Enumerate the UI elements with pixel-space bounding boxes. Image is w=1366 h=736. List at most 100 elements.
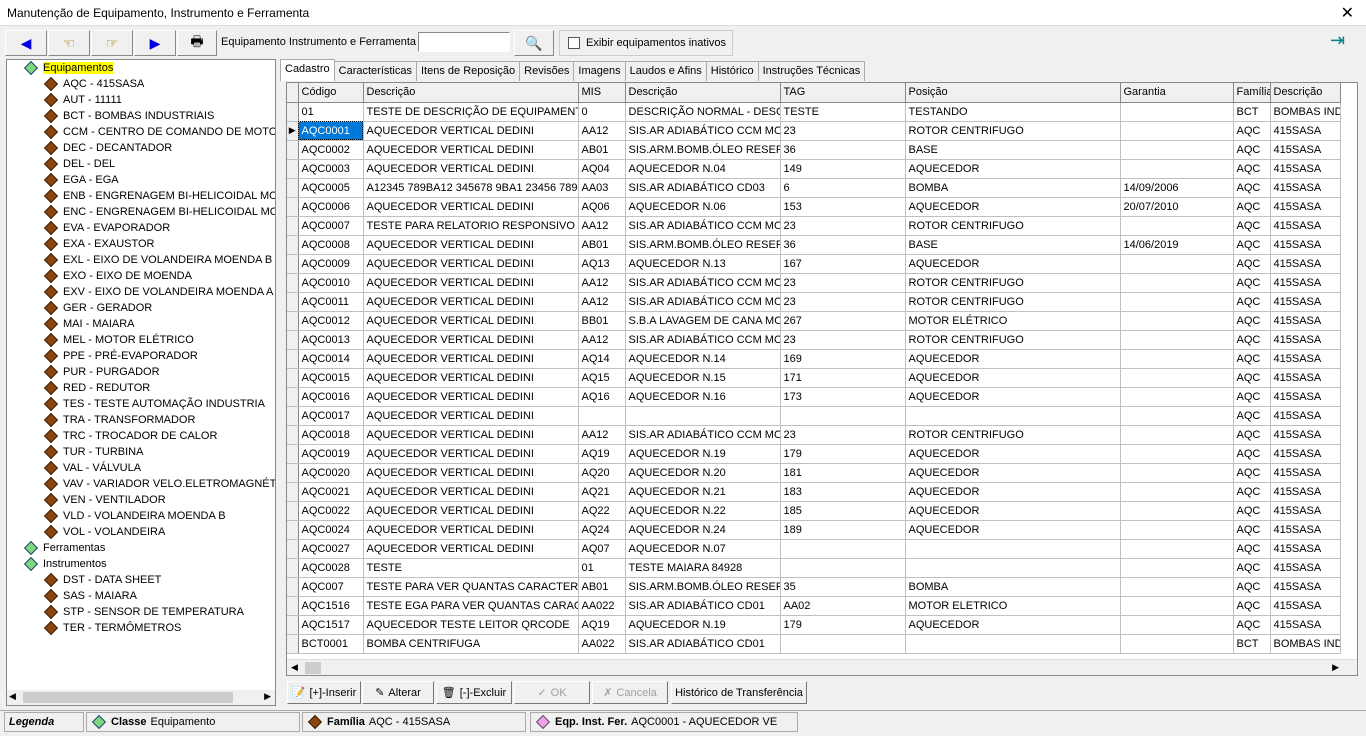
table-cell[interactable] — [905, 634, 1121, 654]
table-row[interactable]: AQC0007TESTE PARA RELATORIO RESPONSIVO U… — [287, 216, 1341, 236]
table-row[interactable]: AQC1517 AQUECEDOR TESTE LEITOR QRCODE AQ19… — [287, 615, 1341, 635]
table-cell[interactable]: AQUECEDOR — [905, 197, 1121, 217]
table-cell[interactable]: BOMBA CENTRIFUGA — [363, 634, 579, 654]
table-cell[interactable]: 149 — [780, 159, 906, 179]
table-cell[interactable]: 415SASA — [1270, 558, 1341, 578]
table-row[interactable]: AQC0002 AQUECEDOR VERTICAL DEDINI AB01 SIS.… — [287, 140, 1341, 160]
table-cell[interactable]: SIS.AR ADIABÁTICO CCM MOENDA — [625, 121, 781, 141]
table-cell[interactable]: AQC007 — [298, 577, 364, 597]
table-cell[interactable]: 23 — [780, 292, 906, 312]
table-cell[interactable]: AQUECEDOR — [905, 444, 1121, 464]
table-cell[interactable]: AQUECEDOR N.21 — [625, 482, 781, 502]
ok-button[interactable]: ✓ OK — [514, 681, 590, 704]
table-cell[interactable]: AQC — [1233, 330, 1271, 350]
tree-item[interactable]: VAL - VÁLVULA — [43, 460, 141, 476]
table-cell[interactable]: AQC0019 — [298, 444, 364, 464]
table-row[interactable]: AQC0005 A12345 789BA12 345678 9BA1 23456 … — [287, 178, 1341, 198]
table-cell[interactable]: AQUECEDOR N.16 — [625, 387, 781, 407]
table-cell[interactable]: TESTE — [780, 102, 906, 122]
table-cell[interactable]: 20/07/2010 — [1120, 197, 1234, 217]
table-cell[interactable]: AQUECEDOR — [905, 349, 1121, 369]
table-cell[interactable] — [1120, 406, 1234, 426]
table-cell[interactable]: 185 — [780, 501, 906, 521]
table-cell[interactable]: 415SASA — [1270, 425, 1341, 445]
table-cell[interactable]: AQUECEDOR N.24 — [625, 520, 781, 540]
table-cell[interactable] — [1120, 634, 1234, 654]
table-cell[interactable]: AA12 — [578, 425, 626, 445]
search-button[interactable]: 🔍 — [514, 30, 554, 56]
first-button[interactable]: ☜ — [48, 30, 90, 56]
column-header[interactable]: MIS — [578, 83, 626, 103]
tree-item[interactable]: GER - GERADOR — [43, 300, 152, 316]
table-row[interactable]: AQC0003 AQUECEDOR VERTICAL DEDINI AQ04 AQUE… — [287, 159, 1341, 179]
table-cell[interactable]: AQC — [1233, 444, 1271, 464]
table-cell[interactable]: ROTOR CENTRIFUGO — [905, 121, 1121, 141]
table-cell[interactable]: BOMBAS INDUSTRIAIS — [1270, 634, 1341, 654]
table-cell[interactable]: AQC — [1233, 178, 1271, 198]
tree-item[interactable]: DEC - DECANTADOR — [43, 140, 172, 156]
table-cell[interactable]: AQUECEDOR TESTE LEITOR QRCODE — [363, 615, 579, 635]
table-cell[interactable]: AQC0011 — [298, 292, 364, 312]
table-cell[interactable]: 23 — [780, 121, 906, 141]
table-cell[interactable] — [1120, 520, 1234, 540]
table-cell[interactable] — [1120, 368, 1234, 388]
table-cell[interactable]: AQ24 — [578, 520, 626, 540]
table-cell[interactable] — [625, 406, 781, 426]
table-cell[interactable]: SIS.AR ADIABÁTICO CCM MOENDA — [625, 292, 781, 312]
tree-item[interactable]: SAS - MAIARA — [43, 588, 137, 604]
table-cell[interactable]: AQUECEDOR VERTICAL DEDINI — [363, 482, 579, 502]
table-row[interactable]: AQC0021 AQUECEDOR VERTICAL DEDINI AQ21 AQUE… — [287, 482, 1341, 502]
table-cell[interactable]: AQUECEDOR VERTICAL DEDINI — [363, 349, 579, 369]
tree-item[interactable]: EXL - EIXO DE VOLANDEIRA MOENDA B — [43, 252, 272, 268]
edit-button[interactable]: ✎ Alterar — [362, 681, 434, 704]
show-inactive-checkbox[interactable]: Exibir equipamentos inativos — [559, 30, 733, 56]
table-cell[interactable]: AQC — [1233, 387, 1271, 407]
tree-item[interactable]: ENC - ENGRENAGEM BI-HELICOIDAL MO — [43, 204, 275, 220]
table-cell[interactable]: 189 — [780, 520, 906, 540]
insert-button[interactable]: 📝 [+]-Inserir — [287, 681, 361, 704]
tree-view[interactable]: Equipamentos AQC - 415SASA AUT - 11111 BCT … — [6, 59, 276, 706]
table-cell[interactable]: AQUECEDOR — [905, 254, 1121, 274]
table-cell[interactable]: 415SASA — [1270, 254, 1341, 274]
tree-item[interactable]: TUR - TURBINA — [43, 444, 143, 460]
table-cell[interactable]: ROTOR CENTRIFUGO — [905, 273, 1121, 293]
table-cell[interactable]: 415SASA — [1270, 596, 1341, 616]
tree-item[interactable]: BCT - BOMBAS INDUSTRIAIS — [43, 108, 214, 124]
last-button[interactable]: ☞ — [91, 30, 133, 56]
column-header[interactable]: Posição — [905, 83, 1121, 103]
table-cell[interactable] — [1120, 273, 1234, 293]
table-cell[interactable]: AQUECEDOR N.19 — [625, 444, 781, 464]
table-cell[interactable]: 171 — [780, 368, 906, 388]
tab-2[interactable]: Itens de Reposição — [416, 61, 521, 81]
table-cell[interactable]: AQUECEDOR VERTICAL DEDINI — [363, 254, 579, 274]
table-row[interactable]: AQC0006 AQUECEDOR VERTICAL DEDINI AQ06 AQUE… — [287, 197, 1341, 217]
table-cell[interactable]: SIS.ARM.BOMB.ÓLEO RESERV. — [625, 577, 781, 597]
table-cell[interactable]: SIS.AR ADIABÁTICO CD03 — [625, 178, 781, 198]
table-row[interactable]: AQC0008 AQUECEDOR VERTICAL DEDINI AB01 SIS.… — [287, 235, 1341, 255]
tree-item[interactable]: TER - TERMÔMETROS — [43, 620, 181, 636]
table-cell[interactable]: AB01 — [578, 577, 626, 597]
table-cell[interactable]: BOMBA — [905, 178, 1121, 198]
table-cell[interactable]: DESCRIÇÃO NORMAL - DESCRIÇÃO — [625, 102, 781, 122]
table-cell[interactable]: SIS.AR ADIABÁTICO CCM MOENDA — [625, 273, 781, 293]
table-cell[interactable]: AQUECEDOR VERTICAL DEDINI — [363, 311, 579, 331]
table-cell[interactable]: 14/06/2019 — [1120, 235, 1234, 255]
table-cell[interactable]: 167 — [780, 254, 906, 274]
table-cell[interactable] — [780, 406, 906, 426]
table-cell[interactable]: AB01 — [578, 235, 626, 255]
table-cell[interactable]: 415SASA — [1270, 178, 1341, 198]
table-cell[interactable]: AQC0022 — [298, 501, 364, 521]
scroll-thumb[interactable] — [23, 692, 233, 703]
column-header[interactable]: Família — [1233, 83, 1271, 103]
table-cell[interactable]: AA03 — [578, 178, 626, 198]
table-cell[interactable]: 415SASA — [1270, 235, 1341, 255]
table-cell[interactable]: 415SASA — [1270, 292, 1341, 312]
table-cell[interactable]: 169 — [780, 349, 906, 369]
table-cell[interactable]: AQUECEDOR VERTICAL DEDINI — [363, 159, 579, 179]
tree-item[interactable]: TES - TESTE AUTOMAÇÃO INDUSTRIA — [43, 396, 265, 412]
tree-item[interactable]: VEN - VENTILADOR — [43, 492, 166, 508]
table-cell[interactable]: AQ20 — [578, 463, 626, 483]
tree-item[interactable]: DEL - DEL — [43, 156, 115, 172]
table-cell[interactable]: TESTE PARA VER QUANTAS CARACTERES — [363, 577, 579, 597]
table-cell[interactable]: 415SASA — [1270, 330, 1341, 350]
